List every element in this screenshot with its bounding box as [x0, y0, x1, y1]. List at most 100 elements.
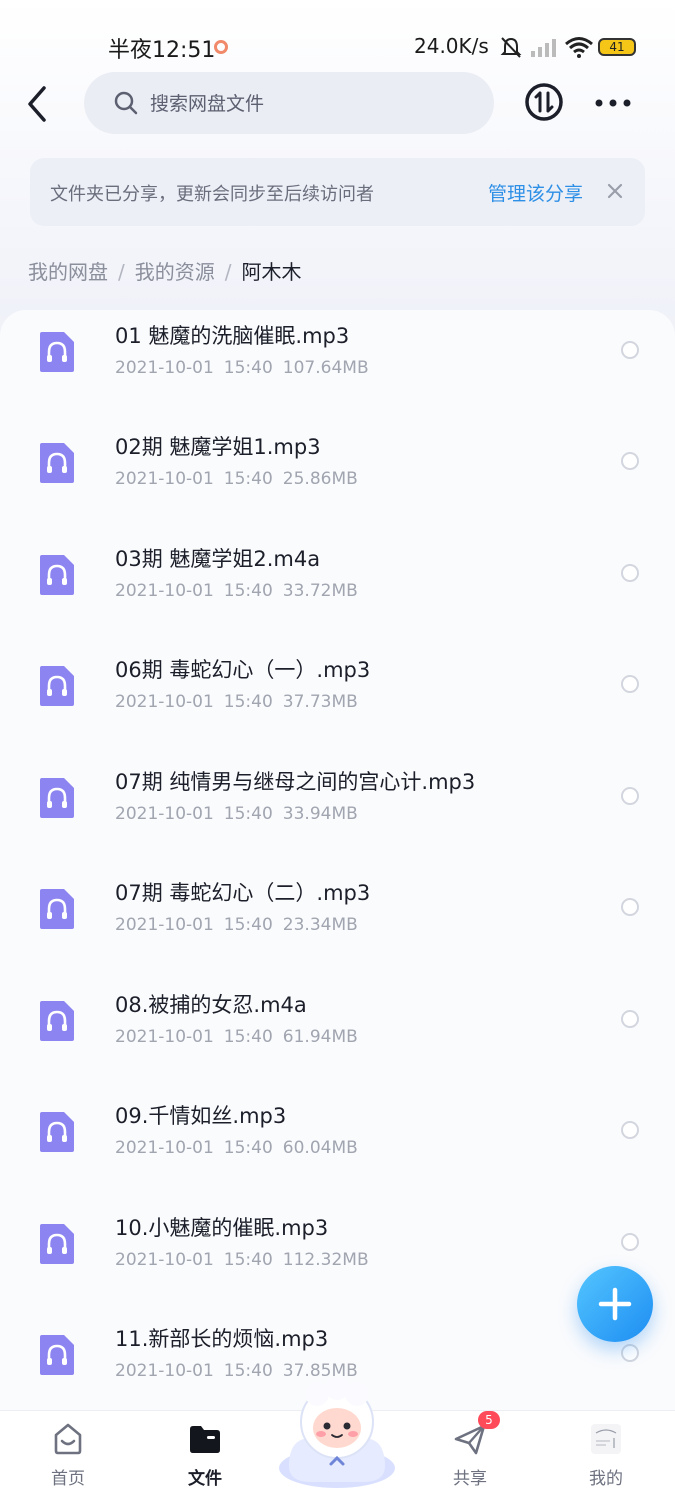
- select-radio[interactable]: [621, 1010, 639, 1028]
- file-meta: 2021-10-01 15:40 23.34MB: [115, 915, 358, 935]
- file-row[interactable]: 06期 毒蛇幻心（一）.mp3 2021-10-01 15:40 37.73MB: [0, 644, 675, 755]
- select-radio[interactable]: [621, 341, 639, 359]
- audio-file-icon: [40, 778, 74, 818]
- status-bar: 半夜12:51 24.0K/s 41: [0, 28, 675, 68]
- file-row[interactable]: 07期 毒蛇幻心（二）.mp3 2021-10-01 15:40 23.34MB: [0, 867, 675, 978]
- mute-bell-icon: [500, 37, 522, 58]
- file-meta: 2021-10-01 15:40 61.94MB: [115, 1027, 358, 1047]
- back-arrow-icon[interactable]: [22, 84, 58, 124]
- file-time: 15:40: [223, 1138, 273, 1158]
- audio-file-icon: [40, 555, 74, 595]
- nav-files-label: 文件: [188, 1469, 222, 1489]
- audio-file-icon: [40, 1001, 74, 1041]
- file-name: 06期 毒蛇幻心（一）.mp3: [115, 658, 371, 682]
- file-date: 2021-10-01: [115, 804, 214, 824]
- file-time: 15:40: [223, 915, 273, 935]
- file-name: 11.新部长的烦恼.mp3: [115, 1327, 329, 1351]
- nav-home[interactable]: 首页: [18, 1411, 118, 1500]
- file-time: 15:40: [223, 804, 273, 824]
- file-name: 07期 毒蛇幻心（二）.mp3: [115, 881, 371, 905]
- file-meta: 2021-10-01 15:40 25.86MB: [115, 469, 358, 489]
- file-name: 03期 魅魔学姐2.m4a: [115, 547, 321, 571]
- file-time: 15:40: [223, 581, 273, 601]
- file-row[interactable]: 08.被捕的女忍.m4a 2021-10-01 15:40 61.94MB: [0, 979, 675, 1090]
- add-button[interactable]: [577, 1266, 653, 1342]
- file-time: 15:40: [223, 1250, 273, 1270]
- select-radio[interactable]: [621, 564, 639, 582]
- file-name: 07期 纯情男与继母之间的宫心计.mp3: [115, 770, 476, 794]
- file-row[interactable]: 02期 魅魔学姐1.mp3 2021-10-01 15:40 25.86MB: [0, 421, 675, 532]
- file-date: 2021-10-01: [115, 1250, 214, 1270]
- file-date: 2021-10-01: [115, 358, 214, 378]
- breadcrumb-item[interactable]: 我的网盘: [28, 260, 108, 284]
- wifi-icon: [565, 37, 593, 58]
- file-time: 15:40: [223, 1027, 273, 1047]
- file-time: 15:40: [223, 1361, 273, 1381]
- battery-icon: 41: [598, 38, 636, 56]
- file-date: 2021-10-01: [115, 915, 214, 935]
- select-radio[interactable]: [621, 1233, 639, 1251]
- folder-icon: [190, 1426, 220, 1453]
- file-meta: 2021-10-01 15:40 37.73MB: [115, 692, 358, 712]
- file-meta: 2021-10-01 15:40 60.04MB: [115, 1138, 358, 1158]
- nav-files[interactable]: 文件: [155, 1411, 255, 1500]
- audio-file-icon: [40, 1335, 74, 1375]
- select-radio[interactable]: [621, 452, 639, 470]
- audio-file-icon: [40, 443, 74, 483]
- search-input[interactable]: 搜索网盘文件: [84, 72, 494, 134]
- file-meta: 2021-10-01 15:40 112.32MB: [115, 1250, 369, 1270]
- avatar: [591, 1424, 621, 1454]
- file-size: 33.94MB: [282, 804, 358, 824]
- nav-mine-label: 我的: [589, 1469, 623, 1489]
- file-meta: 2021-10-01 15:40 33.72MB: [115, 581, 358, 601]
- file-date: 2021-10-01: [115, 1027, 214, 1047]
- file-name: 01 魅魔的洗脑催眠.mp3: [115, 324, 350, 348]
- manage-share-link[interactable]: 管理该分享: [488, 179, 583, 206]
- audio-file-icon: [40, 889, 74, 929]
- file-time: 15:40: [223, 692, 273, 712]
- select-radio[interactable]: [621, 675, 639, 693]
- home-icon: [54, 1423, 82, 1455]
- select-radio[interactable]: [621, 898, 639, 916]
- breadcrumb-current: 阿木木: [241, 260, 302, 284]
- nav-share[interactable]: 5 共享: [420, 1411, 520, 1500]
- file-row[interactable]: 10.小魅魔的催眠.mp3 2021-10-01 15:40 112.32MB: [0, 1202, 675, 1313]
- file-date: 2021-10-01: [115, 1361, 214, 1381]
- file-name: 08.被捕的女忍.m4a: [115, 993, 307, 1017]
- select-radio[interactable]: [621, 1344, 639, 1362]
- audio-file-icon: [40, 1112, 74, 1152]
- audio-file-icon: [40, 332, 74, 372]
- file-name: 10.小魅魔的催眠.mp3: [115, 1216, 329, 1240]
- file-size: 33.72MB: [282, 581, 358, 601]
- notice-text: 文件夹已分享，更新会同步至后续访问者: [50, 184, 374, 205]
- more-icon[interactable]: [594, 92, 632, 114]
- mascot-icon[interactable]: [275, 1378, 399, 1488]
- file-date: 2021-10-01: [115, 581, 214, 601]
- file-list: 01 魅魔的洗脑催眠.mp3 2021-10-01 15:40 107.64MB 0…: [0, 310, 675, 1410]
- nav-mine[interactable]: 我的: [556, 1411, 656, 1500]
- close-icon[interactable]: [604, 180, 626, 202]
- search-icon: [114, 91, 138, 115]
- network-speed: 24.0K/s: [414, 34, 489, 58]
- file-row[interactable]: 07期 纯情男与继母之间的宫心计.mp3 2021-10-01 15:40 33.9…: [0, 756, 675, 867]
- file-name: 02期 魅魔学姐1.mp3: [115, 435, 321, 459]
- file-name: 09.千情如丝.mp3: [115, 1104, 287, 1128]
- breadcrumb: 我的网盘 / 我的资源 / 阿木木: [28, 256, 302, 286]
- nav-home-label: 首页: [51, 1469, 85, 1489]
- plus-icon: [598, 1287, 632, 1321]
- nav-share-label: 共享: [453, 1469, 487, 1489]
- file-size: 25.86MB: [282, 469, 358, 489]
- select-radio[interactable]: [621, 1121, 639, 1139]
- breadcrumb-item[interactable]: 我的资源: [135, 260, 215, 284]
- select-radio[interactable]: [621, 787, 639, 805]
- search-placeholder: 搜索网盘文件: [150, 93, 265, 115]
- transfer-icon[interactable]: [524, 82, 564, 122]
- file-row[interactable]: 03期 魅魔学姐2.m4a 2021-10-01 15:40 33.72MB: [0, 533, 675, 644]
- file-row[interactable]: 09.千情如丝.mp3 2021-10-01 15:40 60.04MB: [0, 1090, 675, 1201]
- file-size: 23.34MB: [282, 915, 358, 935]
- file-date: 2021-10-01: [115, 1138, 214, 1158]
- file-row[interactable]: 01 魅魔的洗脑催眠.mp3 2021-10-01 15:40 107.64MB: [0, 310, 675, 421]
- breadcrumb-separator: /: [118, 260, 125, 284]
- share-notice-banner: 文件夹已分享，更新会同步至后续访问者 管理该分享: [30, 158, 645, 226]
- notification-dot-icon: [214, 40, 228, 54]
